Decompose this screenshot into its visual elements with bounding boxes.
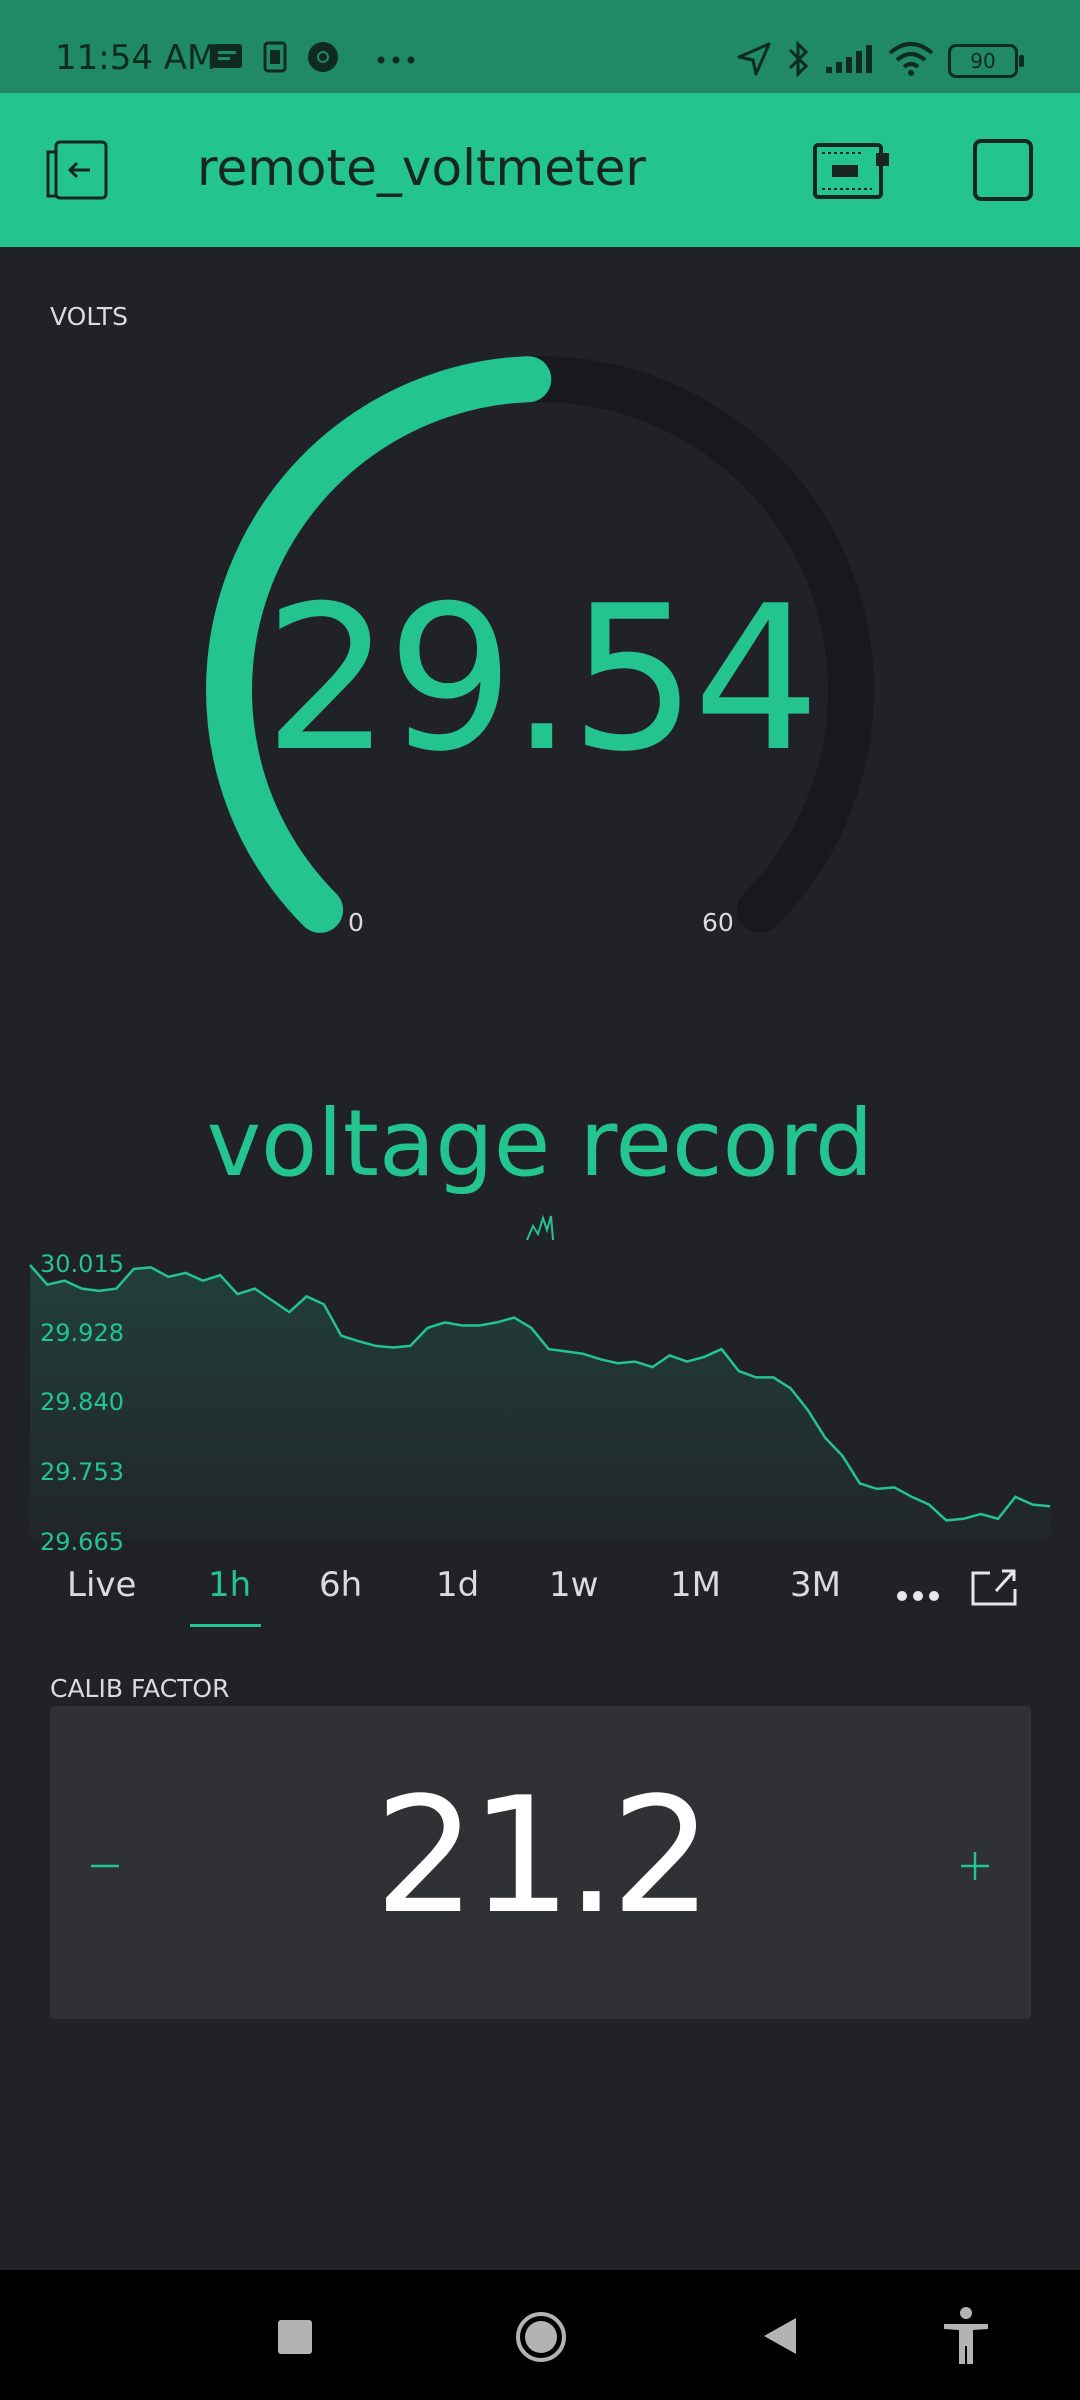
stepper-value: 21.2 xyxy=(374,1762,712,1949)
chart-type-icon xyxy=(525,1212,555,1248)
gauge-max-label: 60 xyxy=(702,908,734,937)
back-triangle-icon[interactable] xyxy=(762,2316,798,2360)
app-title: remote_voltmeter xyxy=(197,139,646,197)
back-exit-icon[interactable] xyxy=(44,138,110,206)
tab-1d[interactable]: 1d xyxy=(436,1565,479,1605)
y-tick-label: 29.928 xyxy=(40,1319,124,1347)
fullscreen-export-icon[interactable] xyxy=(970,1567,1018,1611)
more-dots-icon[interactable] xyxy=(896,1587,940,1606)
accessibility-icon[interactable] xyxy=(940,2306,992,2370)
status-bar: 11:54 AM 90 xyxy=(0,0,1080,93)
active-tab-indicator xyxy=(190,1624,261,1627)
chrome-icon xyxy=(306,40,340,78)
recents-square-icon[interactable] xyxy=(278,2320,312,2358)
sim-card-icon xyxy=(262,41,288,77)
calib-factor-stepper: 21.2 xyxy=(50,1706,1031,2019)
gauge-min-label: 0 xyxy=(348,908,364,937)
gauge-value: 29.54 xyxy=(263,563,821,796)
tab-1m[interactable]: 1M xyxy=(670,1565,721,1605)
chart-title: voltage record xyxy=(206,1090,874,1197)
tab-3m[interactable]: 3M xyxy=(790,1565,841,1605)
app-bar: remote_voltmeter xyxy=(0,93,1080,247)
stop-square-icon[interactable] xyxy=(972,138,1034,206)
y-tick-label: 30.015 xyxy=(40,1250,124,1278)
location-icon xyxy=(736,41,772,81)
tab-live[interactable]: Live xyxy=(67,1565,136,1605)
stepper-label: CALIB FACTOR xyxy=(50,1674,230,1703)
home-circle-icon[interactable] xyxy=(514,2310,568,2368)
y-tick-label: 29.753 xyxy=(40,1458,124,1486)
tab-6h[interactable]: 6h xyxy=(319,1565,362,1605)
tab-1h[interactable]: 1h xyxy=(208,1565,251,1605)
message-icon xyxy=(210,42,244,76)
voltage-chart xyxy=(29,1264,1051,1540)
chart-area xyxy=(30,1265,1050,1540)
status-time: 11:54 AM xyxy=(55,38,217,78)
device-board-icon[interactable] xyxy=(812,141,892,205)
y-tick-label: 29.840 xyxy=(40,1388,124,1416)
signal-icon xyxy=(824,43,874,79)
wifi-icon xyxy=(888,41,934,81)
system-nav-bar xyxy=(0,2270,1080,2400)
battery-icon: 90 xyxy=(948,44,1024,78)
tab-1w[interactable]: 1w xyxy=(549,1565,598,1605)
increment-button[interactable] xyxy=(935,1826,1015,1906)
more-dots-icon xyxy=(376,50,416,69)
bluetooth-icon xyxy=(786,40,810,82)
period-tabs: Live 1h 6h 1d 1w 1M 3M xyxy=(0,1565,1080,1627)
y-tick-label: 29.665 xyxy=(40,1528,124,1556)
